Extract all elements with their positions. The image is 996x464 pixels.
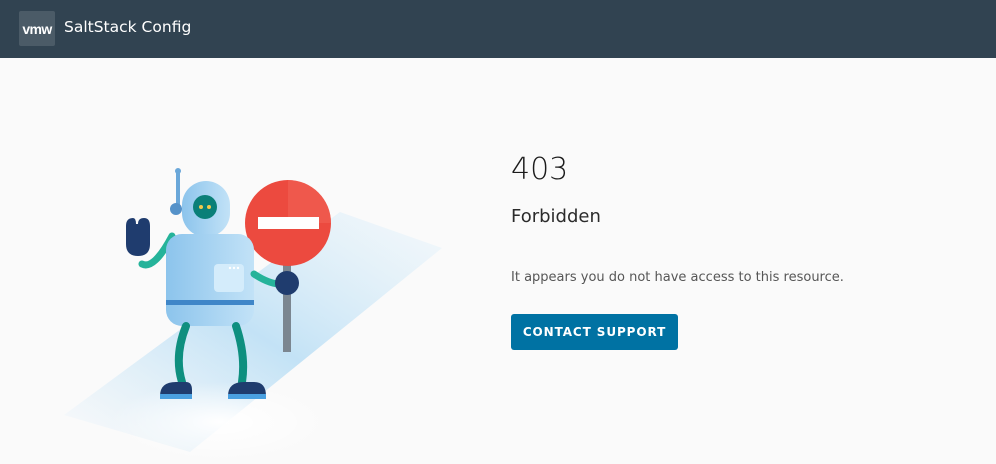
robot-face xyxy=(193,195,217,219)
top-header: vmw SaltStack Config xyxy=(0,0,996,58)
app-title[interactable]: SaltStack Config xyxy=(64,17,191,37)
vmware-logo[interactable]: vmw xyxy=(19,11,55,46)
error-title: Forbidden xyxy=(511,206,601,227)
robot-stop-sign-illustration xyxy=(50,160,460,462)
stop-sign-bar xyxy=(258,217,319,229)
robot-illustration-svg xyxy=(64,168,442,462)
error-code: 403 xyxy=(511,152,569,187)
floor-glow xyxy=(110,382,330,462)
robot-grip xyxy=(275,271,299,295)
error-message: It appears you do not have access to thi… xyxy=(511,270,844,285)
contact-support-button[interactable]: CONTACT SUPPORT xyxy=(511,314,678,350)
robot-hand xyxy=(126,218,150,256)
